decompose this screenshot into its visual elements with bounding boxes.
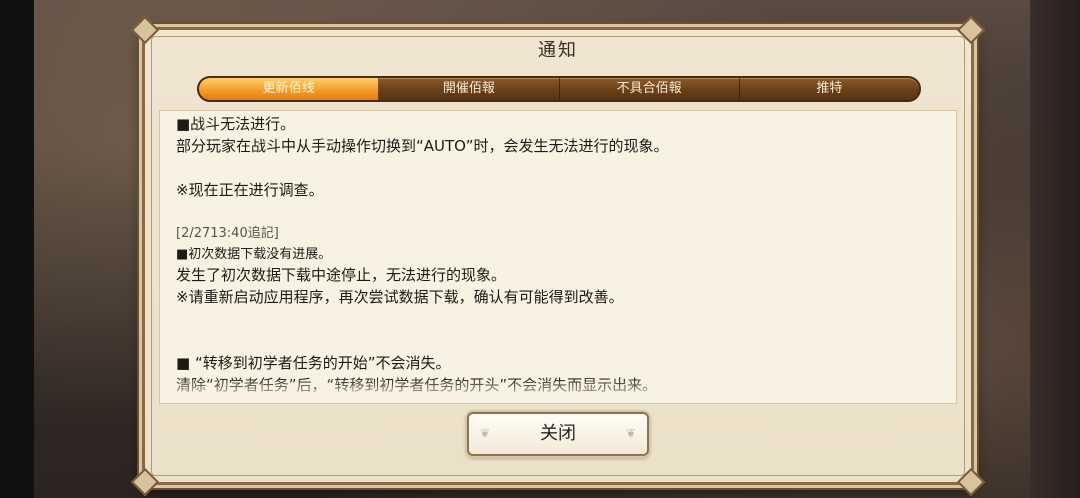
notice-heading: ■初次数据下载没有进展。 xyxy=(176,247,332,262)
button-ornament-icon: ❦ xyxy=(625,426,637,440)
close-button-label: 关闭 xyxy=(540,423,576,444)
corner-ornament xyxy=(956,467,986,497)
notice-heading: ■ “转移到初学者任务的开始”不会消失。 xyxy=(176,354,451,372)
notice-text: 清除“初学者任务”后，“转移到初学者任务的开头”不会消失而显示出来。 xyxy=(176,376,658,394)
button-ornament-icon: ❦ xyxy=(479,426,491,440)
notice-note: ※请重新启动应用程序，再次尝试数据下载，确认有可能得到改善。 xyxy=(176,288,624,306)
notice-text: 发生了初次数据下载中途停止，无法进行的现象。 xyxy=(176,266,507,284)
game-screen: 通知 更新佰线 開催佰報 不具合佰報 推特 ■战斗无法进行。 部分玩家在战斗中从… xyxy=(0,0,1080,498)
notice-note: ※现在正在进行调查。 xyxy=(176,181,324,199)
notice-content[interactable]: ■战斗无法进行。 部分玩家在战斗中从手动操作切换到“AUTO”时，会发生无法进行… xyxy=(159,110,957,404)
notice-dialog: 通知 更新佰线 開催佰報 不具合佰報 推特 ■战斗无法进行。 部分玩家在战斗中从… xyxy=(130,15,986,497)
tab-bug-info[interactable]: 不具合佰報 xyxy=(560,78,740,100)
tab-event-info[interactable]: 開催佰報 xyxy=(379,78,560,100)
dialog-title: 通知 xyxy=(538,40,578,61)
close-button[interactable]: ❦ 关闭 ❦ xyxy=(467,412,649,456)
screen-edge-left xyxy=(0,0,34,498)
tab-update-info[interactable]: 更新佰线 xyxy=(199,78,380,100)
tab-bar: 更新佰线 開催佰報 不具合佰報 推特 xyxy=(197,76,921,102)
notice-heading: ■战斗无法进行。 xyxy=(176,115,296,133)
tab-twitter[interactable]: 推特 xyxy=(740,78,919,100)
notice-text: 部分玩家在战斗中从手动操作切换到“AUTO”时，会发生无法进行的现象。 xyxy=(176,137,669,155)
corner-ornament xyxy=(130,467,160,497)
screen-edge-right xyxy=(1030,0,1080,498)
notice-timestamp: [2/2713:40追記] xyxy=(176,226,279,241)
